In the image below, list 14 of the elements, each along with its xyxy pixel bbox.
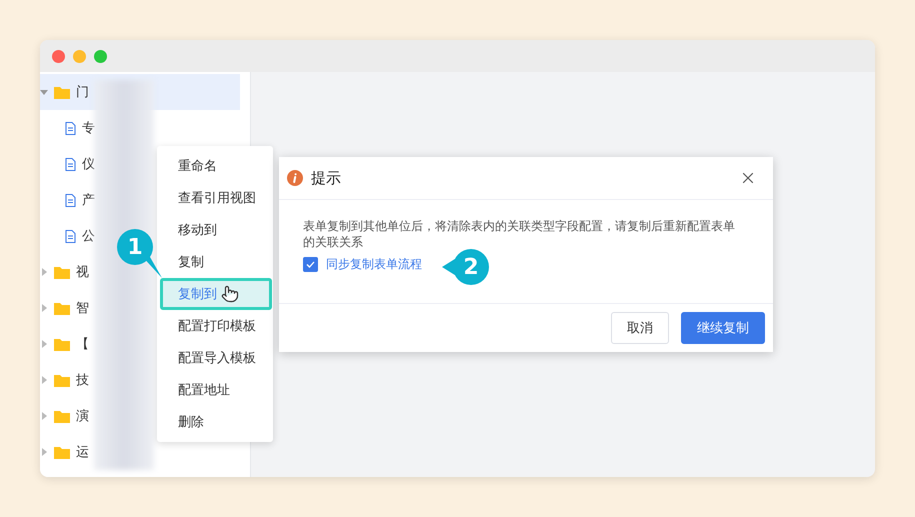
tree-label: 技 <box>76 372 89 389</box>
checkbox-label: 同步复制表单流程 <box>326 256 422 273</box>
tree-label: 演 <box>76 408 89 425</box>
tree-label: 智 <box>76 300 89 317</box>
tree-label: 公 <box>82 228 95 245</box>
tree-label: 门 <box>76 84 89 101</box>
tree-label: 【 <box>76 336 89 353</box>
tree-label: 视 <box>76 264 89 281</box>
dialog-message: 表单复制到其他单位后，将清除表内的关联类型字段配置，请复制后重新配置表单的关联关系 <box>303 218 736 250</box>
dialog-title: 提示 <box>311 168 342 188</box>
tree-label: 产 <box>82 192 95 209</box>
tree-label: 运 <box>76 444 89 461</box>
tree-label: 专 <box>82 120 95 137</box>
tree-label: 仪 <box>82 156 95 173</box>
